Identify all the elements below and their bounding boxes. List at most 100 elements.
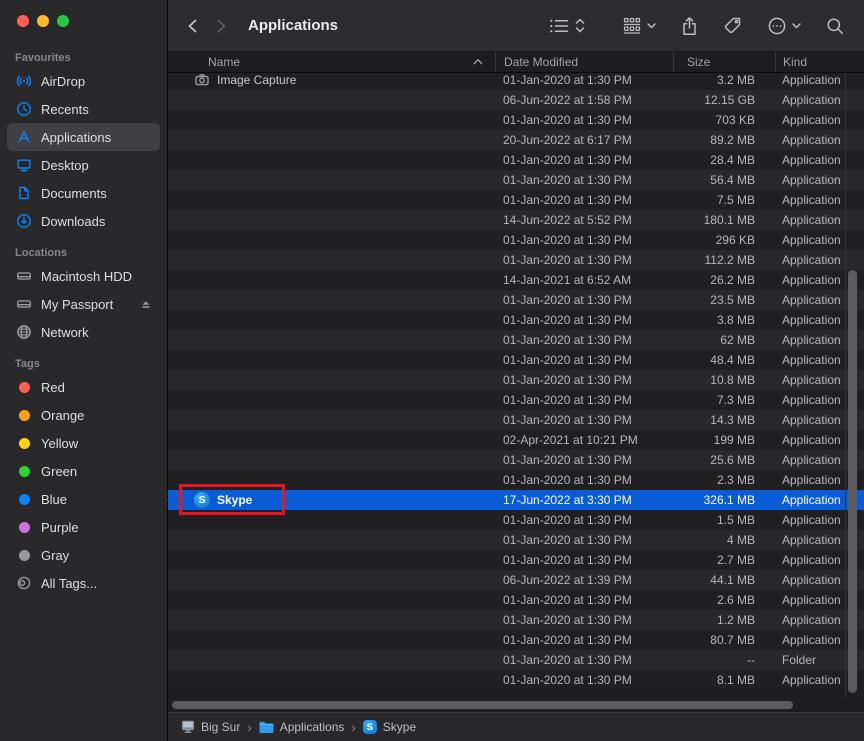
- table-row-27[interactable]: 01-Jan-2020 at 1:30 PM1.2 MBApplication: [168, 610, 864, 630]
- size-cell: 7.5 MB: [673, 190, 775, 210]
- horizontal-scrollbar-thumb[interactable]: [172, 701, 793, 709]
- name-cell: [168, 470, 495, 490]
- name-cell: SSkype: [168, 490, 495, 510]
- sidebar-item-macintosh-hdd[interactable]: Macintosh HDD: [7, 262, 160, 290]
- sidebar-tag-gray[interactable]: Gray: [7, 541, 160, 569]
- column-header-size[interactable]: Size: [673, 52, 775, 72]
- tag-dot-icon: [15, 494, 33, 505]
- sidebar-tag-blue[interactable]: Blue: [7, 485, 160, 513]
- table-row-26[interactable]: 01-Jan-2020 at 1:30 PM2.6 MBApplication: [168, 590, 864, 610]
- sidebar-tag-red[interactable]: Red: [7, 373, 160, 401]
- group-button[interactable]: [622, 17, 656, 34]
- sidebar-item-applications[interactable]: Applications: [7, 123, 160, 151]
- toolbar-tools: [549, 16, 864, 36]
- date-cell: 01-Jan-2020 at 1:30 PM: [495, 230, 673, 250]
- sidebar-sections: FavouritesAirDropRecentsApplicationsDesk…: [0, 0, 167, 597]
- share-button[interactable]: [681, 16, 698, 36]
- finder-window: FavouritesAirDropRecentsApplicationsDesk…: [0, 0, 864, 741]
- sidebar-item-label: Applications: [41, 130, 111, 145]
- table-row-5[interactable]: 01-Jan-2020 at 1:30 PM56.4 MBApplication: [168, 170, 864, 190]
- table-header: Name Date Modified Size Kind: [168, 52, 864, 73]
- table-row-1[interactable]: 06-Jun-2022 at 1:58 PM12.15 GBApplicatio…: [168, 90, 864, 110]
- date-cell: 01-Jan-2020 at 1:30 PM: [495, 510, 673, 530]
- table-row-11[interactable]: 01-Jan-2020 at 1:30 PM23.5 MBApplication: [168, 290, 864, 310]
- table-row-13[interactable]: 01-Jan-2020 at 1:30 PM62 MBApplication: [168, 330, 864, 350]
- table-row-3[interactable]: 20-Jun-2022 at 6:17 PM89.2 MBApplication: [168, 130, 864, 150]
- table-row-19[interactable]: 01-Jan-2020 at 1:30 PM25.6 MBApplication: [168, 450, 864, 470]
- sidebar-tag-yellow[interactable]: Yellow: [7, 429, 160, 457]
- table-row-18[interactable]: 02-Apr-2021 at 10:21 PM199 MBApplication: [168, 430, 864, 450]
- chevron-down-icon: [792, 23, 801, 29]
- table-row-29[interactable]: 01-Jan-2020 at 1:30 PM--Folder: [168, 650, 864, 670]
- table-row-image-capture[interactable]: Image Capture01-Jan-2020 at 1:30 PM3.2 M…: [168, 73, 864, 90]
- date-cell: 01-Jan-2020 at 1:30 PM: [495, 610, 673, 630]
- table-row-23[interactable]: 01-Jan-2020 at 1:30 PM4 MBApplication: [168, 530, 864, 550]
- table-row-22[interactable]: 01-Jan-2020 at 1:30 PM1.5 MBApplication: [168, 510, 864, 530]
- breadcrumb-item-big-sur[interactable]: Big Sur: [181, 720, 240, 734]
- table-row-9[interactable]: 01-Jan-2020 at 1:30 PM112.2 MBApplicatio…: [168, 250, 864, 270]
- sidebar-item-airdrop[interactable]: AirDrop: [7, 67, 160, 95]
- name-cell: [168, 230, 495, 250]
- view-style-button[interactable]: [549, 17, 585, 34]
- column-header-kind[interactable]: Kind: [775, 52, 864, 72]
- tag-color-dot: [19, 466, 30, 477]
- sidebar-item-desktop[interactable]: Desktop: [7, 151, 160, 179]
- table-row-skype[interactable]: SSkype17-Jun-2022 at 3:30 PM326.1 MBAppl…: [168, 490, 864, 510]
- date-cell: 01-Jan-2020 at 1:30 PM: [495, 390, 673, 410]
- date-cell: 01-Jan-2020 at 1:30 PM: [495, 150, 673, 170]
- table-row-16[interactable]: 01-Jan-2020 at 1:30 PM7.3 MBApplication: [168, 390, 864, 410]
- breadcrumb-label: Big Sur: [201, 720, 240, 734]
- tag-color-dot: [19, 438, 30, 449]
- hdd-icon: [15, 296, 33, 312]
- more-actions-button[interactable]: [767, 16, 801, 36]
- sidebar-tag-all-tags[interactable]: All Tags...: [7, 569, 160, 597]
- table-row-24[interactable]: 01-Jan-2020 at 1:30 PM2.7 MBApplication: [168, 550, 864, 570]
- column-header-date-modified[interactable]: Date Modified: [495, 52, 673, 72]
- table-row-28[interactable]: 01-Jan-2020 at 1:30 PM80.7 MBApplication: [168, 630, 864, 650]
- table-row-20[interactable]: 01-Jan-2020 at 1:30 PM2.3 MBApplication: [168, 470, 864, 490]
- sidebar-tag-orange[interactable]: Orange: [7, 401, 160, 429]
- size-cell: 3.2 MB: [673, 73, 775, 90]
- table-row-17[interactable]: 01-Jan-2020 at 1:30 PM14.3 MBApplication: [168, 410, 864, 430]
- sidebar-tag-green[interactable]: Green: [7, 457, 160, 485]
- breadcrumb-item-skype[interactable]: SSkype: [363, 720, 416, 734]
- table-row-4[interactable]: 01-Jan-2020 at 1:30 PM28.4 MBApplication: [168, 150, 864, 170]
- close-button[interactable]: [17, 15, 29, 27]
- zoom-button[interactable]: [57, 15, 69, 27]
- window-controls: [17, 15, 69, 27]
- sidebar-section-label: Tags: [0, 356, 167, 373]
- back-button[interactable]: [186, 18, 199, 34]
- date-cell: 01-Jan-2020 at 1:30 PM: [495, 190, 673, 210]
- sidebar-item-documents[interactable]: Documents: [7, 179, 160, 207]
- vertical-scrollbar-thumb[interactable]: [848, 270, 857, 693]
- group-icon: [622, 17, 642, 34]
- column-header-name[interactable]: Name: [168, 52, 495, 72]
- sidebar-item-recents[interactable]: Recents: [7, 95, 160, 123]
- table-row-2[interactable]: 01-Jan-2020 at 1:30 PM703 KBApplication: [168, 110, 864, 130]
- table-row-8[interactable]: 01-Jan-2020 at 1:30 PM296 KBApplication: [168, 230, 864, 250]
- date-cell: 01-Jan-2020 at 1:30 PM: [495, 330, 673, 350]
- minimize-button[interactable]: [37, 15, 49, 27]
- tag-color-dot: [19, 410, 30, 421]
- sidebar-item-network[interactable]: Network: [7, 318, 160, 346]
- forward-button[interactable]: [215, 18, 228, 34]
- sidebar-section-label: Locations: [0, 245, 167, 262]
- size-cell: 180.1 MB: [673, 210, 775, 230]
- search-button[interactable]: [826, 17, 844, 35]
- sidebar-item-my-passport[interactable]: My Passport: [7, 290, 160, 318]
- eject-icon[interactable]: [140, 298, 152, 310]
- table-row-10[interactable]: 14-Jan-2021 at 6:52 AM26.2 MBApplication: [168, 270, 864, 290]
- table-row-30[interactable]: 01-Jan-2020 at 1:30 PM8.1 MBApplication: [168, 670, 864, 690]
- date-cell: 01-Jan-2020 at 1:30 PM: [495, 350, 673, 370]
- table-row-12[interactable]: 01-Jan-2020 at 1:30 PM3.8 MBApplication: [168, 310, 864, 330]
- tag-icon: [723, 16, 742, 35]
- table-row-7[interactable]: 14-Jun-2022 at 5:52 PM180.1 MBApplicatio…: [168, 210, 864, 230]
- table-row-25[interactable]: 06-Jun-2022 at 1:39 PM44.1 MBApplication: [168, 570, 864, 590]
- table-row-15[interactable]: 01-Jan-2020 at 1:30 PM10.8 MBApplication: [168, 370, 864, 390]
- tags-button[interactable]: [723, 16, 742, 35]
- breadcrumb-item-applications[interactable]: Applications: [259, 720, 345, 734]
- sidebar-tag-purple[interactable]: Purple: [7, 513, 160, 541]
- table-row-6[interactable]: 01-Jan-2020 at 1:30 PM7.5 MBApplication: [168, 190, 864, 210]
- table-row-14[interactable]: 01-Jan-2020 at 1:30 PM48.4 MBApplication: [168, 350, 864, 370]
- sidebar-item-downloads[interactable]: Downloads: [7, 207, 160, 235]
